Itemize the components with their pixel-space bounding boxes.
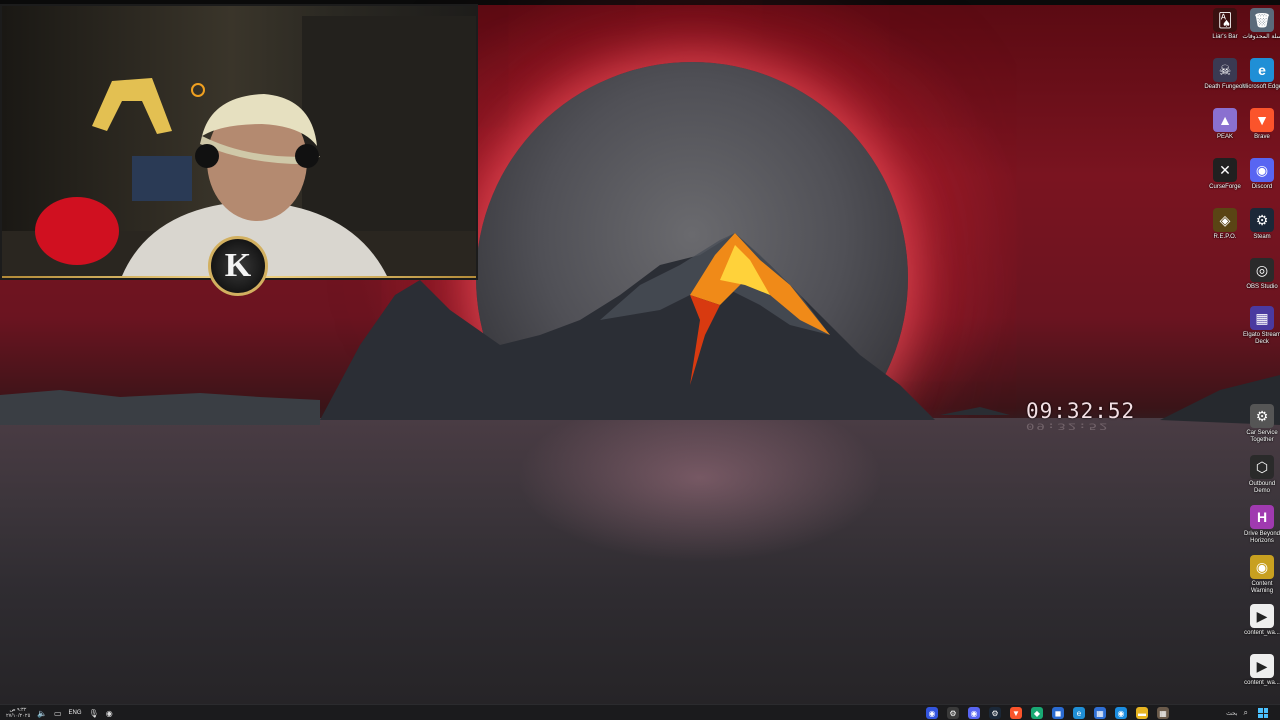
desktop-shortcut-label: Liar's Bar (1212, 34, 1238, 40)
desktop-shortcut[interactable]: ⬡ Outbound Demo (1242, 455, 1280, 495)
desktop-shortcut-label: CurseForge (1209, 184, 1241, 190)
desktop-shortcut[interactable]: ⚙ Car Service Together (1242, 404, 1280, 444)
taskbar: ٩:٣٢ ص ٢٧/١٠/٢٠٢٥ 🔈 ▭ ENG 🎙 ◉ ◉ ⚙ ◉ ⚙ ▼ ◆ ◼ e ▦ ◉… (0, 704, 1280, 720)
peak-icon: ▲ (1213, 108, 1237, 132)
language-indicator[interactable]: ENG (69, 710, 82, 716)
desktop-shortcut-label: Content Warning (1250, 581, 1274, 594)
taskbar-app-2-icon[interactable]: ⚙ (947, 707, 959, 719)
start-button[interactable] (1256, 707, 1270, 719)
system-tray: ٩:٣٢ ص ٢٧/١٠/٢٠٢٥ 🔈 ▭ ENG 🎙 ◉ (6, 706, 113, 720)
microsoft-edge-icon: e (1250, 58, 1274, 82)
desktop-shortcut-label: content_wa... (1244, 630, 1280, 636)
desktop-shortcut[interactable]: 🂡 Liar's Bar (1205, 8, 1245, 41)
tray-app-icon[interactable]: ◉ (106, 709, 113, 718)
desktop-shortcut[interactable]: ✕ CurseForge (1205, 158, 1245, 191)
microphone-icon[interactable]: 🎙 (89, 709, 99, 718)
car-service-together-icon: ⚙ (1250, 404, 1274, 428)
liars-bar-icon: 🂡 (1213, 8, 1237, 32)
desktop-shortcut[interactable]: ▦ Elgato Stream Deck (1242, 306, 1280, 346)
desktop-shortcut-label: Death Fungeon (1204, 84, 1246, 90)
desktop-shortcut[interactable]: 🗑 سلة المحذوفات (1242, 8, 1280, 41)
taskbar-app-1-icon[interactable]: ◉ (926, 707, 938, 719)
search-icon: ⌕ (1243, 708, 1248, 717)
content-warning-video-1-icon: ▶ (1250, 604, 1274, 628)
windows-logo-icon (1258, 708, 1268, 718)
wallpaper-clock-reflection: 09:32:52 (1026, 421, 1110, 431)
death-fungeon-icon: ☠ (1213, 58, 1237, 82)
taskbar-edge-icon[interactable]: e (1073, 707, 1085, 719)
taskbar-store-icon[interactable]: ▦ (1094, 707, 1106, 719)
repo-icon: ◈ (1213, 208, 1237, 232)
desktop-shortcut-label: R.E.P.O. (1213, 234, 1237, 240)
desktop-shortcut[interactable]: ◉ Discord (1242, 158, 1280, 191)
desktop-shortcut[interactable]: ▲ PEAK (1205, 108, 1245, 141)
taskbar-datetime[interactable]: ٩:٣٢ ص ٢٧/١٠/٢٠٢٥ (6, 707, 30, 719)
desktop-shortcut[interactable]: ▼ Brave (1242, 108, 1280, 141)
desktop-shortcut[interactable]: ☠ Death Fungeon (1204, 58, 1246, 91)
taskbar-brave-icon[interactable]: ▼ (1010, 707, 1022, 719)
desktop-shortcut[interactable]: H Drive Beyond Horizons (1242, 505, 1280, 545)
desktop-shortcut[interactable]: ▶ content_wa... (1242, 654, 1280, 687)
curseforge-icon: ✕ (1213, 158, 1237, 182)
desktop-shortcut[interactable]: ▶ content_wa... (1242, 604, 1280, 637)
discord-icon: ◉ (1250, 158, 1274, 182)
desktop-shortcut-label: Car Service Together (1246, 430, 1278, 443)
outbound-demo-icon: ⬡ (1250, 455, 1274, 479)
drive-beyond-horizons-icon: H (1250, 505, 1274, 529)
taskbar-app-6-icon[interactable]: ◆ (1031, 707, 1043, 719)
search-label: بحث (1226, 710, 1238, 717)
taskbar-app-12-icon[interactable]: ▦ (1157, 707, 1169, 719)
channel-logo: K (208, 236, 268, 296)
desktop-shortcut-label: Elgato Stream Deck (1242, 332, 1280, 345)
desktop-shortcut[interactable]: ◈ R.E.P.O. (1205, 208, 1245, 241)
taskbar-app-7-icon[interactable]: ◼ (1052, 707, 1064, 719)
taskbar-search[interactable]: بحث ⌕ (1176, 707, 1248, 719)
desktop-shortcut-label: OBS Studio (1246, 284, 1278, 290)
taskbar-steam-icon[interactable]: ⚙ (989, 707, 1001, 719)
desktop-shortcut[interactable]: e Microsoft Edge (1242, 58, 1280, 91)
desktop-shortcut[interactable]: ◎ OBS Studio (1242, 258, 1280, 291)
taskbar-discord-icon[interactable]: ◉ (968, 707, 980, 719)
steam-icon: ⚙ (1250, 208, 1274, 232)
wallpaper-sea (0, 418, 1280, 704)
desktop-shortcut-label: PEAK (1216, 134, 1233, 140)
obs-studio-icon: ◎ (1250, 258, 1274, 282)
content-warning-video-2-icon: ▶ (1250, 654, 1274, 678)
content-warning-icon: ◉ (1250, 555, 1274, 579)
desktop-shortcut-label: Drive Beyond Horizons (1243, 531, 1280, 544)
desktop-shortcut[interactable]: ◉ Content Warning (1242, 555, 1280, 595)
desktop-shortcut[interactable]: ⚙ Steam (1242, 208, 1280, 241)
elgato-stream-deck-icon: ▦ (1250, 306, 1274, 330)
taskbar-pinned-apps: ◉ ⚙ ◉ ⚙ ▼ ◆ ◼ e ▦ ◉ ▬ ▦ (926, 707, 1169, 719)
desktop-shortcut-label: Outbound Demo (1248, 481, 1276, 494)
desktop-shortcut-label: content_wa... (1244, 680, 1280, 686)
taskbar-explorer-icon[interactable]: ▬ (1136, 707, 1148, 719)
recycle-bin-icon: 🗑 (1250, 8, 1274, 32)
volume-icon[interactable]: 🔈 (37, 709, 47, 718)
network-icon[interactable]: ▭ (54, 709, 62, 718)
taskbar-app-10-icon[interactable]: ◉ (1115, 707, 1127, 719)
brave-icon: ▼ (1250, 108, 1274, 132)
